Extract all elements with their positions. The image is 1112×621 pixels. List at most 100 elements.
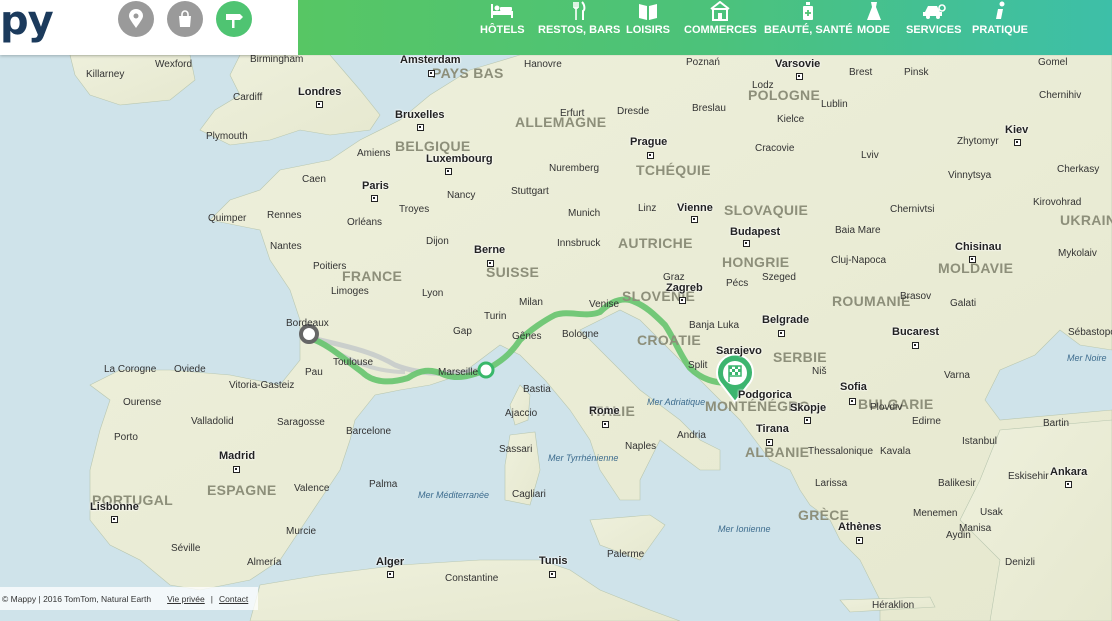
country-label: HONGRIE bbox=[722, 254, 790, 270]
city-label: Lviv bbox=[861, 150, 879, 161]
capital-label: Podgorica bbox=[738, 389, 792, 401]
city-label: Brasov bbox=[900, 291, 932, 302]
city-label: Gênes bbox=[512, 331, 542, 342]
city-label: Stuttgart bbox=[511, 186, 549, 197]
city-label: Nantes bbox=[270, 241, 302, 252]
sea-label: Mer Adriatique bbox=[647, 397, 706, 407]
city-label: Thessalonique bbox=[808, 446, 874, 457]
city-label: Cracovie bbox=[755, 143, 795, 154]
capital-label: Sarajevo bbox=[716, 345, 762, 357]
city-label: Chernihiv bbox=[1039, 90, 1082, 101]
footer-separator: | bbox=[210, 593, 213, 604]
city-label: Cardiff bbox=[233, 92, 263, 103]
city-label: Venise bbox=[589, 299, 620, 310]
city-label: Niš bbox=[812, 366, 827, 377]
city-label: Séville bbox=[171, 543, 201, 554]
capital-label: Tirana bbox=[756, 423, 789, 435]
city-label: Orléans bbox=[347, 217, 383, 228]
city-label: Constantine bbox=[445, 573, 499, 584]
country-label: ROUMANIE bbox=[832, 293, 911, 309]
city-label: Pécs bbox=[726, 278, 749, 289]
country-label: CROATIE bbox=[637, 332, 702, 348]
city-label: Bordeaux bbox=[286, 318, 329, 329]
capital-label: Bucarest bbox=[892, 326, 940, 338]
city-label: Oviede bbox=[174, 364, 206, 375]
category-loisirs[interactable]: LOISIRS bbox=[626, 0, 670, 55]
city-label: Munich bbox=[568, 208, 601, 219]
city-label: Andria bbox=[677, 430, 706, 441]
capital-marker bbox=[316, 101, 323, 108]
city-label: Lublin bbox=[821, 99, 848, 110]
sea-label: Mer Ionienne bbox=[718, 524, 771, 534]
capital-label: Varsovie bbox=[775, 58, 821, 70]
city-label: Lodz bbox=[752, 80, 774, 91]
city-label: Toulouse bbox=[333, 357, 374, 368]
capital-marker bbox=[778, 330, 785, 337]
privacy-link[interactable]: Vie privée bbox=[167, 594, 205, 604]
capital-marker bbox=[969, 256, 976, 263]
city-label: Gomel bbox=[1038, 57, 1068, 68]
country-label: SERBIE bbox=[773, 349, 827, 365]
capital-marker bbox=[602, 421, 609, 428]
city-label: Chernivtsi bbox=[890, 204, 935, 215]
category-label: RESTOS, BARS bbox=[538, 24, 621, 36]
city-label: Dijon bbox=[426, 236, 449, 247]
map-pin-icon[interactable] bbox=[118, 1, 154, 37]
city-label: Banja Luka bbox=[689, 320, 740, 331]
capital-marker bbox=[233, 466, 240, 473]
route-sign-icon[interactable] bbox=[216, 1, 252, 37]
city-label: Valence bbox=[294, 483, 330, 494]
sea-label: Mer Noire bbox=[1067, 353, 1107, 363]
city-label: Dresde bbox=[617, 106, 650, 117]
dress-icon bbox=[865, 0, 883, 22]
shopping-bag-icon[interactable] bbox=[167, 1, 203, 37]
shop-icon bbox=[709, 0, 731, 22]
city-label: Porto bbox=[114, 432, 138, 443]
capital-label: Ankara bbox=[1050, 466, 1088, 478]
city-label: Menemen bbox=[913, 508, 958, 519]
city-label: Marseille bbox=[438, 367, 479, 378]
capital-label: Zagreb bbox=[666, 282, 703, 294]
category-pratique[interactable]: PRATIQUE bbox=[972, 0, 1028, 55]
city-label: Vinnytsya bbox=[948, 170, 992, 181]
sea-label: Mer Méditerranée bbox=[418, 490, 490, 500]
city-label: Héraklion bbox=[872, 600, 915, 611]
category-bar: HÔTELS RESTOS, BARS LOISIRS COMMERCES BE… bbox=[298, 0, 1112, 55]
category-restos-bars[interactable]: RESTOS, BARS bbox=[538, 0, 620, 55]
capital-marker bbox=[912, 342, 919, 349]
category-commerces[interactable]: COMMERCES bbox=[684, 0, 757, 55]
city-label: Caen bbox=[302, 174, 326, 185]
category-services[interactable]: SERVICES bbox=[906, 0, 961, 55]
category-beaute-sante[interactable]: BEAUTÉ, SANTÉ bbox=[764, 0, 853, 55]
capital-marker bbox=[1065, 481, 1072, 488]
city-label: Split bbox=[688, 360, 708, 371]
city-label: Gap bbox=[453, 326, 472, 337]
city-label: Valladolid bbox=[191, 416, 234, 427]
cutlery-icon bbox=[571, 0, 587, 22]
category-hotels[interactable]: HÔTELS bbox=[480, 0, 525, 55]
capital-label: Bruxelles bbox=[395, 109, 445, 121]
capital-label: Belgrade bbox=[762, 314, 810, 326]
map-canvas[interactable] bbox=[0, 0, 1112, 621]
city-label: Graz bbox=[663, 272, 685, 283]
city-label: Zhytomyr bbox=[957, 136, 999, 147]
contact-link[interactable]: Contact bbox=[219, 594, 248, 604]
country-label: UKRAINE bbox=[1060, 212, 1112, 228]
city-label: Istanbul bbox=[962, 436, 998, 447]
category-mode[interactable]: MODE bbox=[857, 0, 890, 55]
city-label: Naples bbox=[625, 441, 657, 452]
route-via-marker[interactable] bbox=[477, 361, 495, 379]
city-label: Pinsk bbox=[904, 67, 929, 78]
capital-label: Skopje bbox=[790, 402, 827, 414]
city-label: Amiens bbox=[357, 148, 391, 159]
city-label: Saragosse bbox=[277, 417, 325, 428]
city-label: Quimper bbox=[208, 213, 247, 224]
city-label: Ajaccio bbox=[505, 408, 538, 419]
city-label: Ourense bbox=[123, 397, 162, 408]
capital-marker bbox=[766, 439, 773, 446]
country-label: TCHÉQUIE bbox=[636, 162, 711, 178]
mappy-logo[interactable]: py bbox=[0, 0, 54, 44]
capital-marker bbox=[1014, 139, 1021, 146]
city-label: Edirne bbox=[912, 416, 941, 427]
category-label: BEAUTÉ, SANTÉ bbox=[764, 24, 853, 36]
